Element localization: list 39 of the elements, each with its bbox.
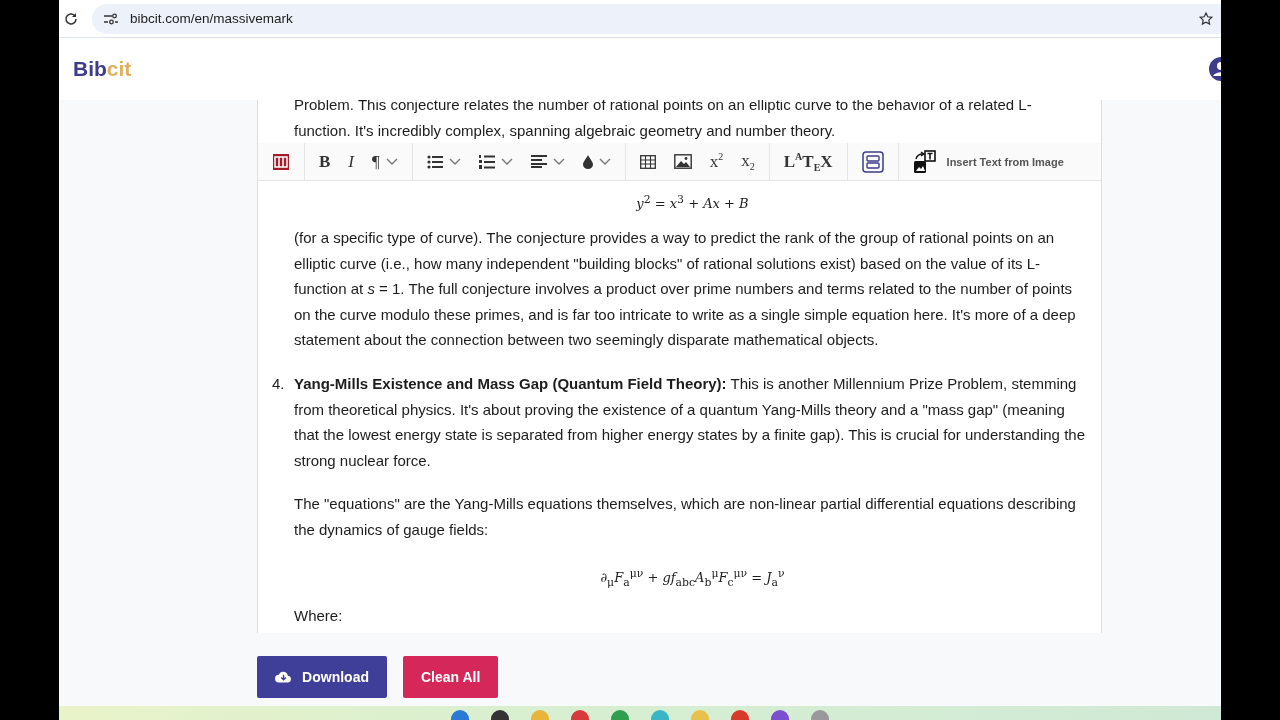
clear-all-button[interactable]: Clean All — [403, 656, 499, 698]
caret-icon[interactable] — [552, 157, 565, 166]
droplet-icon[interactable] — [582, 154, 593, 169]
table-icon[interactable] — [639, 154, 656, 169]
paragraph: Yang-Mills Existence and Mass Gap (Quantum Field Theory): This is another Millennium Prize Problem, stemming from theoretical physics. It's about proving the existence of a quantum Yang-Mills theory and a "mass gap" (meaning that the lowest energy state is separated from higher energy states by a finite gap). This is crucial for understanding the strong nuclear force. — [294, 374, 1086, 471]
latex-button[interactable]: L$^{A}$T$_{E}$X — [783, 150, 833, 173]
site-settings-icon[interactable] — [104, 12, 118, 25]
address-bar[interactable]: bibcit.com/en/massivemark — [92, 3, 1221, 34]
cloud-download-icon — [275, 669, 293, 685]
logo-text[interactable]: Bib — [73, 57, 107, 80]
image-to-text-icon — [912, 149, 937, 174]
list-number: 4. — [272, 374, 286, 395]
subscript-button[interactable]: x$_{2}$ — [741, 151, 755, 173]
layout-icon[interactable] — [861, 150, 884, 173]
caret-icon[interactable] — [448, 157, 461, 166]
paragraph-button[interactable]: ¶ — [372, 151, 380, 172]
download-button[interactable]: Download — [257, 656, 387, 698]
image-icon[interactable] — [673, 154, 692, 170]
paragraph: Where: — [294, 606, 344, 627]
caret-icon[interactable] — [500, 157, 513, 166]
insert-text-from-image-button[interactable]: Insert Text from Image — [912, 149, 1064, 174]
equation: y$^{2}$ = x$^{3}$ + Ax + B — [635, 192, 750, 214]
reload-icon[interactable] — [64, 11, 78, 26]
numbered-list-icon[interactable] — [478, 153, 495, 170]
align-left-icon[interactable] — [530, 155, 547, 169]
text-line: function. It's incredibly complex, spanning algebraic geometry and number theory. — [294, 120, 837, 141]
bold-button[interactable]: B — [319, 151, 331, 172]
italic-button[interactable]: I — [348, 151, 354, 172]
caret-icon[interactable] — [598, 157, 611, 166]
superscript-button[interactable]: x$^{2}$ — [709, 151, 724, 172]
bullet-list-icon[interactable] — [426, 154, 443, 169]
star-icon[interactable] — [1199, 11, 1213, 26]
grid-logo-icon[interactable] — [272, 152, 290, 171]
paragraph: The "equations" are the Yang-Mills equations themselves, which are non-linear partial differential equations describing the dynamics of gauge fields: — [294, 494, 1077, 541]
text-line: Problem. This conjecture relates the number of rational points on an elliptic curve to the behavior of a related L- — [294, 100, 1033, 115]
caret-icon[interactable] — [385, 157, 398, 166]
paragraph: (for a specific type of curve). The conjecture provides a way to predict the rank of the group of rational points on an elliptic curve (i.e., how many independent "building blocks" of rational solutions exist) based on the value of its L-function at s = 1. The full conjecture involves a product over prime numbers and terms related to the number of points on the curve modulo these primes, and is far too intricate to write as a single simple equation here. It's more of a deep statement about the connection between two seemingly disparate mathematical objects. — [294, 228, 1077, 351]
taskbar-app-icon[interactable] — [771, 710, 789, 720]
taskbar-app-icon[interactable] — [491, 710, 509, 720]
